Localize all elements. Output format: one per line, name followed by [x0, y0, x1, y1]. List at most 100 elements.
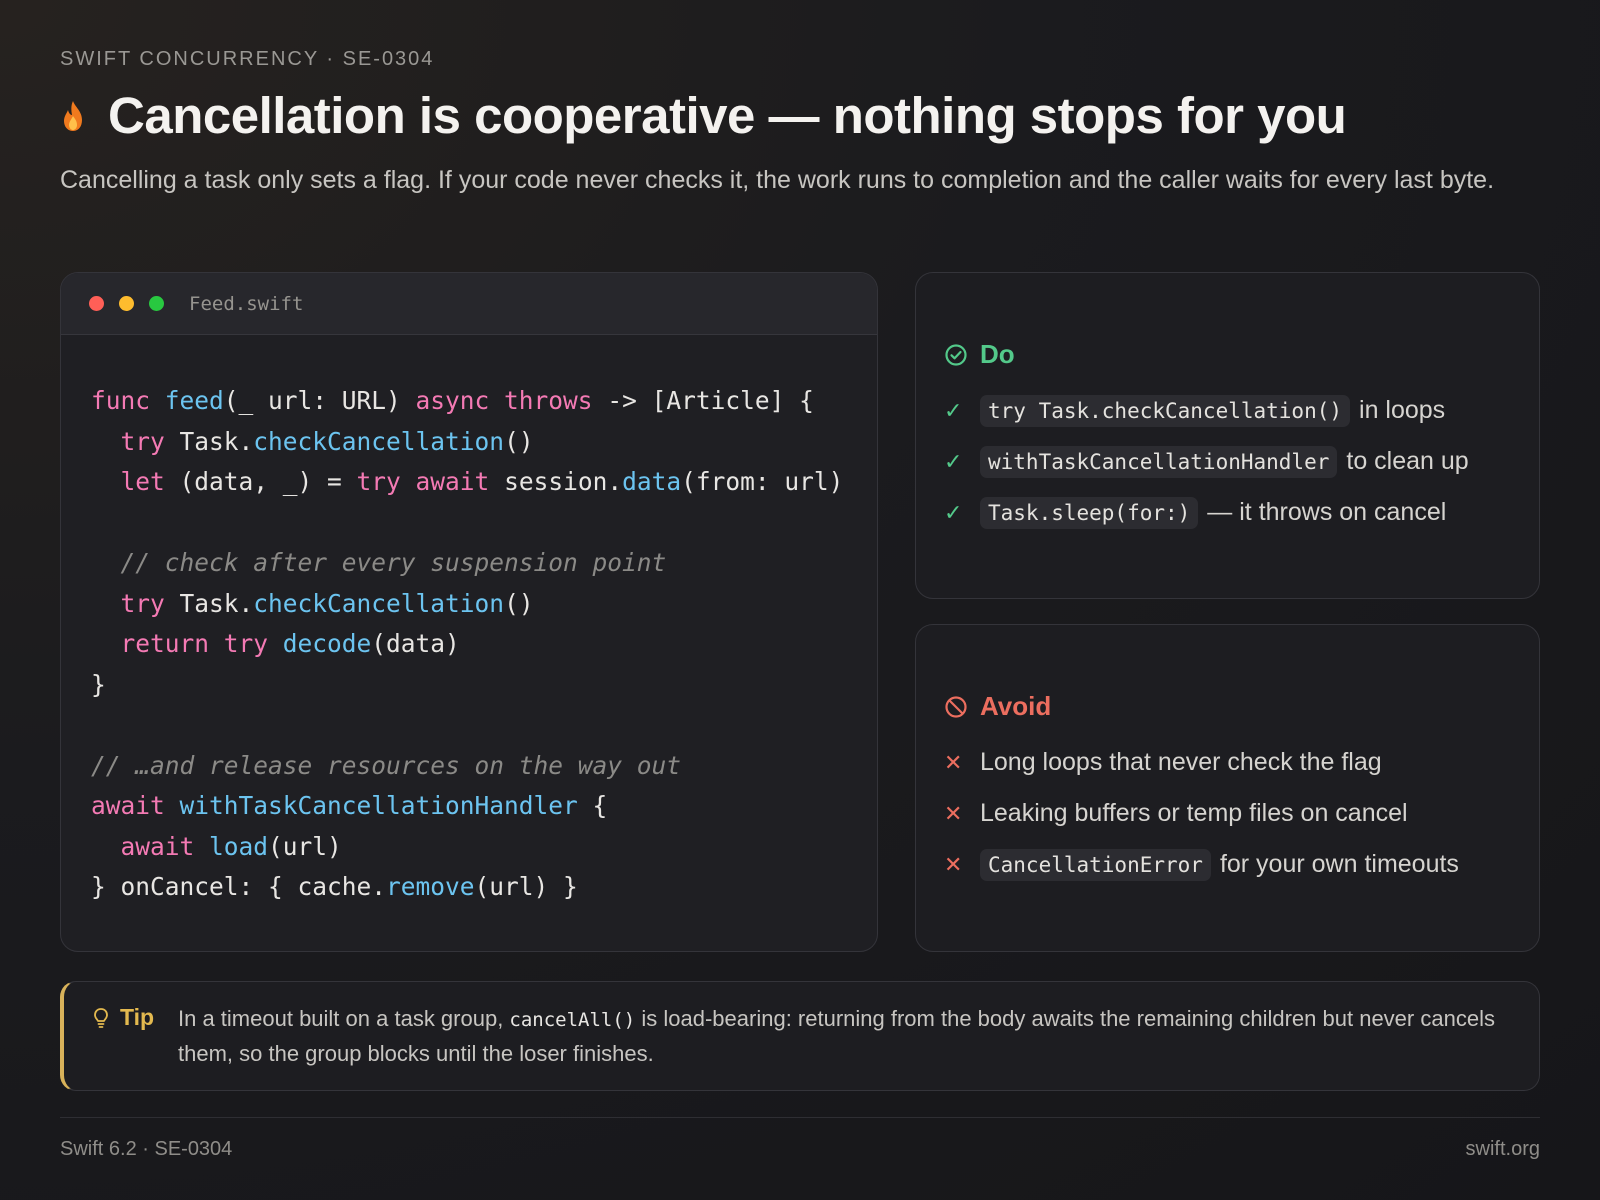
tip-text-before: In a timeout built on a task group,	[178, 1006, 510, 1031]
code-token: ()	[504, 588, 534, 618]
code-block: func feed(_ url: URL) async throws -> [A…	[91, 381, 843, 908]
code-line: await withTaskCancellationHandler {	[91, 786, 843, 827]
code-token: checkCancellation	[253, 426, 505, 456]
list-item: ✕ Long loops that never check the flag	[944, 737, 1459, 788]
code-card-titlebar: Feed.swift	[61, 273, 877, 335]
eyebrow: SWIFT CONCURRENCY · SE-0304	[60, 48, 435, 70]
code-token: try	[120, 426, 180, 456]
item-text: — it throws on cancel	[1207, 498, 1447, 526]
code-token: feed	[164, 386, 224, 415]
code-token: async throws	[415, 386, 608, 415]
tip-code: cancelAll()	[509, 1009, 636, 1031]
item-text: in loops	[1359, 396, 1446, 424]
do-card-label: Do	[980, 339, 1015, 369]
code-card: Feed.swift func feed(_ url: URL) async t…	[60, 272, 878, 952]
code-line: let (data, _) = try await session.data(f…	[91, 462, 844, 503]
code-token: decode	[282, 629, 372, 658]
code-line: } onCancel: { cache.remove(url) }	[91, 867, 843, 908]
code-token: // check after every suspension point	[91, 548, 667, 577]
code-token: -> [Article] {	[607, 386, 814, 415]
item-text: Long loops that never check the flag	[980, 748, 1382, 776]
code-token: Task.	[179, 426, 254, 456]
code-line: await load(url)	[91, 827, 843, 868]
avoid-card-title: Avoid	[944, 691, 1051, 722]
tip-heading: Tip	[92, 1004, 154, 1031]
cross-icon: ✕	[944, 800, 963, 826]
code-token: await	[91, 791, 180, 820]
page-lede: Cancelling a task only sets a flag. If y…	[60, 166, 1495, 194]
code-token: (_ url: URL)	[223, 386, 416, 415]
code-token: withTaskCancellationHandler	[179, 791, 578, 820]
item-text: Leaking buffers or temp files on cancel	[980, 799, 1408, 827]
code-chip: withTaskCancellationHandler	[980, 445, 1338, 478]
code-chip: CancellationError	[980, 848, 1211, 881]
code-token: let	[120, 467, 180, 496]
list-item: ✓ Task.sleep(for:) — it throws on cancel	[944, 487, 1469, 538]
window-zoom-dot[interactable]	[149, 296, 164, 311]
code-line: // …and release resources on the way out	[91, 746, 843, 787]
code-line: try Task.checkCancellation()	[91, 584, 843, 625]
item-text: to clean up	[1346, 447, 1469, 475]
window-minimize-dot[interactable]	[119, 296, 134, 311]
footer-link[interactable]: swift.org	[1466, 1138, 1540, 1161]
code-line: }	[91, 665, 843, 706]
code-token: load	[209, 831, 269, 861]
tip-callout: Tip In a timeout built on a task group, …	[60, 981, 1540, 1091]
list-item: ✕ CancellationError for your own timeouts	[944, 839, 1459, 890]
cross-icon: ✕	[944, 851, 963, 877]
checkmark-icon: ✓	[944, 499, 963, 525]
tip-label: Tip	[120, 1004, 155, 1030]
do-card-title: Do	[944, 339, 1015, 370]
code-token: try await	[356, 467, 505, 496]
window-close-dot[interactable]	[89, 296, 104, 311]
lightbulb-icon	[94, 1007, 108, 1028]
footer-divider	[60, 1117, 1540, 1118]
code-token: (from: url)	[681, 467, 844, 496]
do-list: ✓ try Task.checkCancellation() in loops ✓ wi…	[944, 385, 1469, 538]
check-circle-icon	[945, 343, 967, 366]
code-filename: Feed.swift	[189, 292, 304, 315]
prohibited-icon	[945, 695, 967, 718]
code-token: }	[91, 669, 106, 699]
item-text: for your own timeouts	[1219, 850, 1459, 878]
footer-version: Swift 6.2 · SE-0304	[60, 1138, 233, 1160]
code-line: return try decode(data)	[91, 624, 843, 665]
code-chip: try Task.checkCancellation()	[980, 394, 1351, 427]
code-chip: Task.sleep(for:)	[980, 496, 1199, 529]
flame-icon	[64, 100, 82, 131]
code-line: func feed(_ url: URL) async throws -> [A…	[91, 381, 843, 422]
code-token: ()	[504, 426, 534, 456]
code-token: remove	[386, 872, 475, 901]
code-token: func	[91, 386, 165, 415]
code-token: } onCancel: { cache.	[91, 872, 387, 901]
code-token: await	[120, 831, 210, 861]
code-line: try Task.checkCancellation()	[91, 422, 843, 463]
code-token: return try	[120, 629, 283, 658]
code-token: session.	[504, 467, 623, 496]
code-token: // …and release resources on the way out	[91, 750, 682, 780]
code-token: (data, _) =	[179, 467, 357, 496]
headline: Cancellation is cooperative — nothing st…	[60, 86, 1347, 145]
checkmark-icon: ✓	[944, 448, 963, 474]
list-item: ✕ Leaking buffers or temp files on cancel	[944, 788, 1459, 839]
code-token: (url) }	[474, 872, 578, 901]
code-token: {	[577, 791, 608, 820]
page: SWIFT CONCURRENCY · SE-0304 Cancellation…	[60, 0, 1540, 1200]
cross-icon: ✕	[944, 749, 963, 775]
code-token: checkCancellation	[253, 588, 505, 618]
avoid-card-label: Avoid	[980, 691, 1052, 721]
avoid-list: ✕ Long loops that never check the flag ✕ Le…	[944, 737, 1459, 890]
code-token: try	[120, 588, 180, 618]
tip-text: In a timeout built on a task group, canc…	[178, 1002, 1518, 1071]
page-title: Cancellation is cooperative — nothing st…	[108, 87, 1347, 144]
code-token: (data)	[371, 629, 460, 658]
code-token: (url)	[268, 831, 342, 861]
avoid-card: Avoid ✕ Long loops that never check the f…	[915, 624, 1540, 952]
code-line: // check after every suspension point	[91, 543, 843, 584]
code-token: data	[622, 467, 682, 496]
